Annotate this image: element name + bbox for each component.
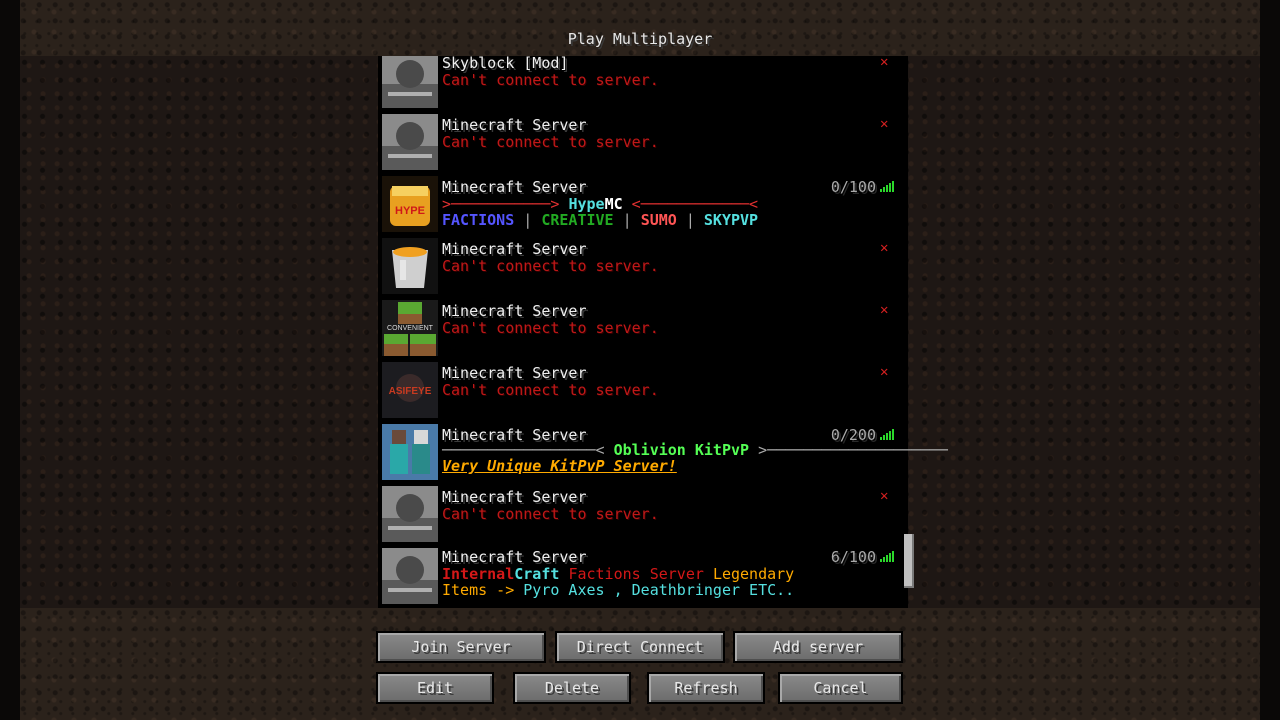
server-entry[interactable]: Skyblock [Mod] Can't connect to server. … xyxy=(382,52,902,110)
stone-pack-icon xyxy=(382,486,438,542)
server-name: Minecraft Server xyxy=(442,488,587,506)
server-entry[interactable]: Minecraft Server 0/200 ─────────────────… xyxy=(382,424,948,482)
server-status: Can't connect to server. xyxy=(442,381,659,399)
server-name: Minecraft Server xyxy=(442,548,587,566)
server-status: Can't connect to server. xyxy=(442,257,659,275)
server-status: Can't connect to server. xyxy=(442,505,659,523)
footer-bar xyxy=(20,608,1260,720)
delete-button[interactable]: Delete xyxy=(513,672,631,704)
server-name: Minecraft Server xyxy=(442,178,587,196)
server-entry[interactable]: CONVENIENT Minecraft Server Can't connec… xyxy=(382,300,902,358)
server-name: Minecraft Server xyxy=(442,364,587,382)
player-count: 6/100 xyxy=(830,548,876,566)
server-entry[interactable]: Minecraft Server Can't connect to server… xyxy=(382,486,902,544)
grass-block-icon: CONVENIENT xyxy=(382,300,438,356)
svg-text:ASIFEYE: ASIFEYE xyxy=(389,386,432,397)
server-entry[interactable]: Minecraft Server Can't connect to server… xyxy=(382,114,902,172)
bucket-icon xyxy=(382,238,438,294)
no-connection-icon: ✕ xyxy=(880,302,889,318)
server-name: Minecraft Server xyxy=(442,240,587,258)
server-status: Can't connect to server. xyxy=(442,319,659,337)
no-connection-icon: ✕ xyxy=(880,116,889,132)
add-server-button[interactable]: Add server xyxy=(733,631,903,663)
server-status: Can't connect to server. xyxy=(442,133,659,151)
hypemc-bucket-icon: HYPE xyxy=(382,176,438,232)
stone-pack-icon xyxy=(382,52,438,108)
no-connection-icon: ✕ xyxy=(880,54,889,70)
server-entry[interactable]: HYPE Minecraft Server 0/100 >───────────… xyxy=(382,176,902,234)
svg-text:CONVENIENT: CONVENIENT xyxy=(387,325,434,332)
signal-bars-icon xyxy=(880,550,896,566)
server-status: Can't connect to server. xyxy=(442,71,659,89)
edit-button[interactable]: Edit xyxy=(376,672,494,704)
refresh-button[interactable]: Refresh xyxy=(647,672,765,704)
server-name: Minecraft Server xyxy=(442,116,587,134)
server-entry[interactable]: Minecraft Server 6/100 InternalCraft Fac… xyxy=(382,548,902,606)
stone-pack-icon xyxy=(382,114,438,170)
server-motd-line2: Very Unique KitPvP Server! xyxy=(442,457,677,475)
svg-text:HYPE: HYPE xyxy=(395,205,425,217)
cancel-button[interactable]: Cancel xyxy=(778,672,903,704)
no-connection-icon: ✕ xyxy=(880,488,889,504)
no-connection-icon: ✕ xyxy=(880,364,889,380)
server-motd-line2: Items -> Pyro Axes , Deathbringer ETC.. xyxy=(442,581,795,599)
no-connection-icon: ✕ xyxy=(880,240,889,256)
page-title-label: Play Multiplayer xyxy=(567,30,713,48)
stone-pack-icon xyxy=(382,548,438,604)
server-entry[interactable]: Minecraft Server Can't connect to server… xyxy=(382,238,902,296)
server-entry[interactable]: ASIFEYE Minecraft Server Can't connect t… xyxy=(382,362,902,420)
player-count: 0/100 xyxy=(830,178,876,196)
signal-bars-icon xyxy=(880,180,896,196)
server-name: Skyblock [Mod] xyxy=(442,54,569,72)
server-motd-line2: FACTIONS | CREATIVE | SUMO | SKYPVP xyxy=(442,211,759,229)
join-server-button[interactable]: Join Server xyxy=(376,631,546,663)
list-scrollbar[interactable] xyxy=(904,534,914,588)
players-icon xyxy=(382,424,438,480)
asifeye-icon: ASIFEYE xyxy=(382,362,438,418)
server-name: Minecraft Server xyxy=(442,302,587,320)
direct-connect-button[interactable]: Direct Connect xyxy=(555,631,725,663)
